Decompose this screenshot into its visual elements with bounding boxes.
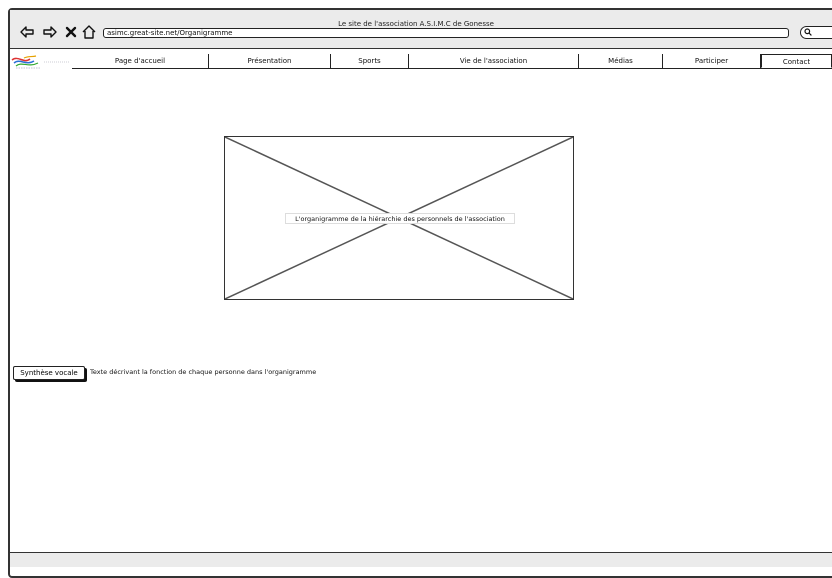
nav-item-vie-association[interactable]: Vie de l'association [409, 54, 579, 68]
nav-item-contact[interactable]: Contact [761, 54, 832, 68]
forward-button[interactable] [43, 25, 57, 39]
back-button[interactable] [20, 25, 34, 39]
nav-item-sports[interactable]: Sports [331, 54, 409, 68]
home-icon [82, 25, 96, 39]
text-to-speech-button[interactable]: Synthèse vocale [13, 366, 85, 380]
organigramme-description: Texte décrivant la fonction de chaque pe… [90, 368, 317, 376]
nav-item-participer[interactable]: Participer [663, 54, 761, 68]
arrow-left-icon [20, 26, 34, 38]
stop-button[interactable] [64, 25, 78, 39]
address-bar[interactable]: asimc.great-site.net/Organigramme [103, 28, 789, 38]
site-navbar: Page d'accueil Présentation Sports Vie d… [72, 54, 832, 69]
window-title: Le site de l'association A.S.I.M.C de Go… [338, 20, 494, 28]
site-logo[interactable] [10, 54, 72, 70]
home-button[interactable] [82, 25, 96, 39]
organigramme-image-placeholder: L'organigramme de la hiérarchie des pers… [224, 136, 574, 300]
arrow-right-icon [43, 26, 57, 38]
close-icon [65, 26, 77, 38]
nav-item-presentation[interactable]: Présentation [209, 54, 331, 68]
search-icon [804, 28, 812, 36]
browser-statusbar [10, 552, 832, 567]
image-placeholder-label: L'organigramme de la hiérarchie des pers… [285, 213, 515, 224]
search-button[interactable] [800, 26, 832, 39]
nav-item-accueil[interactable]: Page d'accueil [72, 54, 209, 68]
nav-item-medias[interactable]: Médias [579, 54, 663, 68]
